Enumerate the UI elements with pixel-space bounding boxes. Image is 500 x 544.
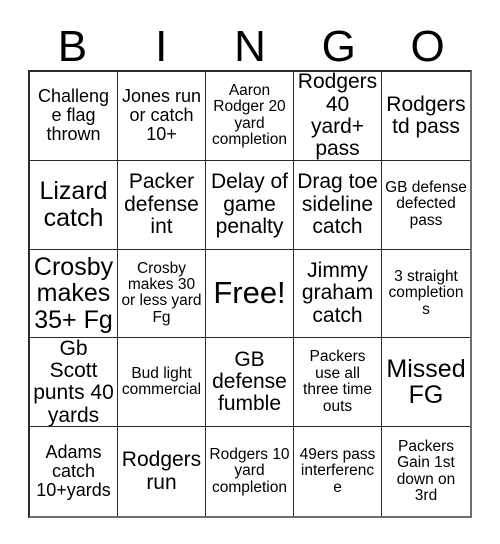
bingo-cell[interactable]: Jimmy graham catch xyxy=(294,249,382,339)
bingo-cell[interactable]: 49ers pass interference xyxy=(294,427,382,516)
bingo-cell[interactable]: Delay of game penalty xyxy=(206,160,294,250)
bingo-cell-label: Adams catch 10+yards xyxy=(36,441,111,501)
bingo-cell[interactable]: Gb Scott punts 40 yards xyxy=(30,338,118,428)
bingo-cell-label: Gb Scott punts 40 yards xyxy=(33,338,114,427)
bingo-cell-label: GB defense defected pass xyxy=(385,179,467,229)
bingo-cell-free-space[interactable]: Free! xyxy=(206,249,294,339)
bingo-cell-label: GB defense fumble xyxy=(212,347,287,416)
free-space-label: Free! xyxy=(213,275,286,311)
bingo-cell-label: Rodgers run xyxy=(121,448,202,494)
bingo-cell[interactable]: Jones run or catch 10+ xyxy=(118,72,206,161)
bingo-cell[interactable]: Packers Gain 1st down on 3rd xyxy=(382,427,470,516)
bingo-cell[interactable]: GB defense fumble xyxy=(206,338,294,428)
bingo-cell[interactable]: GB defense defected pass xyxy=(382,160,470,250)
bingo-card: B I N G O Challenge flag thrown Jones ru… xyxy=(0,0,500,544)
bingo-cell-label: Jones run or catch 10+ xyxy=(121,86,202,145)
bingo-cell-label: Crosby makes 30 or less yard Fg xyxy=(121,259,202,326)
bingo-cell[interactable]: 3 straight completions xyxy=(382,249,470,339)
bingo-cell-label: 49ers pass interference xyxy=(299,445,376,496)
bingo-cell[interactable]: Rodgers td pass xyxy=(382,72,470,161)
bingo-cell[interactable]: Aaron Rodger 20 yard completion xyxy=(206,72,294,161)
bingo-cell[interactable]: Bud light commercial xyxy=(118,338,206,428)
bingo-cell-label: Packers Gain 1st down on 3rd xyxy=(396,437,456,505)
bingo-cell[interactable]: Rodgers 10 yard completion xyxy=(206,427,294,516)
bingo-cell[interactable]: Packer defense int xyxy=(118,160,206,250)
bingo-cell-label: Crosby makes 35+ Fg xyxy=(33,252,114,334)
bingo-cell-label: Aaron Rodger 20 yard completion xyxy=(212,82,287,149)
bingo-cell-label: Missed FG xyxy=(386,354,466,410)
bingo-grid: Challenge flag thrown Jones run or catch… xyxy=(28,70,472,518)
bingo-cell[interactable]: Challenge flag thrown xyxy=(30,72,118,161)
bingo-cell[interactable]: Lizard catch xyxy=(30,160,118,250)
bingo-cell-label: Packer defense int xyxy=(124,170,199,238)
bingo-cell[interactable]: Crosby makes 30 or less yard Fg xyxy=(118,249,206,339)
bingo-cell[interactable]: Crosby makes 35+ Fg xyxy=(30,249,118,339)
bingo-cell-label: Rodgers td pass xyxy=(386,92,466,138)
bingo-cell[interactable]: Rodgers run xyxy=(118,427,206,516)
bingo-cell-label: Lizard catch xyxy=(39,177,108,232)
header-letter-b: B xyxy=(57,22,88,71)
bingo-header-row: B I N G O xyxy=(28,14,472,70)
header-letter-i: I xyxy=(155,22,168,71)
header-letter-g: G xyxy=(321,22,356,71)
bingo-cell[interactable]: Missed FG xyxy=(382,338,470,428)
bingo-cell[interactable]: Drag toe sideline catch xyxy=(294,160,382,250)
bingo-cell-label: Jimmy graham catch xyxy=(301,259,374,327)
bingo-cell-label: Drag toe sideline catch xyxy=(297,170,378,238)
bingo-cell[interactable]: Packers use all three time outs xyxy=(294,338,382,428)
bingo-cell-label: Rodgers 40 yard+ pass xyxy=(297,72,378,161)
bingo-cell-label: Bud light commercial xyxy=(121,364,202,399)
bingo-cell-label: Rodgers 10 yard completion xyxy=(209,445,290,496)
bingo-cell-label: 3 straight completions xyxy=(388,267,464,318)
header-letter-n: N xyxy=(234,22,266,71)
bingo-cell-label: Packers use all three time outs xyxy=(303,348,372,415)
bingo-cell[interactable]: Rodgers 40 yard+ pass xyxy=(294,72,382,161)
bingo-cell-label: Challenge flag thrown xyxy=(37,86,110,145)
bingo-cell[interactable]: Adams catch 10+yards xyxy=(30,427,118,516)
bingo-cell-label: Delay of game penalty xyxy=(210,170,289,238)
header-letter-o: O xyxy=(410,22,445,71)
